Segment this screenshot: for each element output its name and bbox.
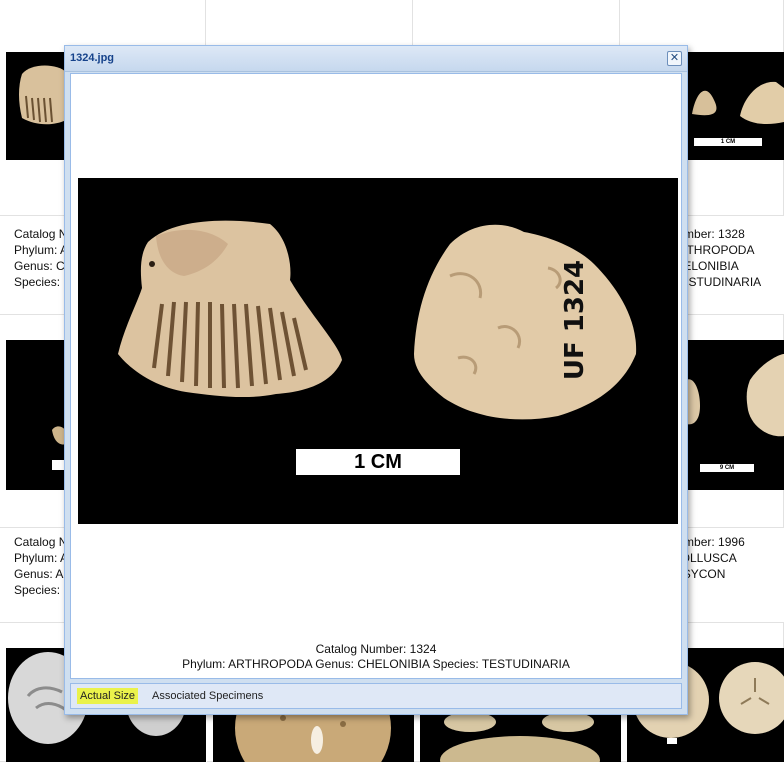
specimen-thumbnail[interactable] xyxy=(6,340,66,490)
catalog-number: Catalog N xyxy=(14,227,68,241)
scale-bar: 1 CM xyxy=(296,449,460,475)
specimen-caption: Catalog N Phylum: A Genus: C Species: xyxy=(14,226,68,290)
associated-specimens-button[interactable]: Associated Specimens xyxy=(149,688,266,704)
specimen-thumbnail[interactable]: 9 CM xyxy=(686,340,784,490)
image-viewer-window: 1324.jpg ✕ UF 1324 1 CM Catalog Number: … xyxy=(64,45,688,715)
catalog-number: Catalog N xyxy=(14,535,68,549)
window-body: UF 1324 1 CM Catalog Number: 1324 Phylum… xyxy=(70,73,682,679)
specimen-thumbnail[interactable] xyxy=(6,52,66,160)
caption-catalog-number: Catalog Number: 1324 xyxy=(315,642,437,656)
scale-label: 1 CM xyxy=(354,451,402,473)
species: Species: xyxy=(14,275,61,289)
specimen-caption: Catalog N Phylum: A Genus: A Species: xyxy=(14,534,68,598)
actual-size-button[interactable]: Actual Size xyxy=(77,688,139,704)
caption-taxonomy: Phylum: ARTHROPODA Genus: CHELONIBIA Spe… xyxy=(182,657,570,671)
image-caption: Catalog Number: 1324 Phylum: ARTHROPODA … xyxy=(71,642,681,672)
window-title: 1324.jpg xyxy=(70,52,115,64)
specimen-image: UF 1324 1 CM xyxy=(78,178,678,524)
specimen-tag: UF 1324 xyxy=(560,260,590,380)
close-icon: ✕ xyxy=(669,52,680,64)
genus: Genus: A xyxy=(14,567,64,581)
window-header[interactable]: 1324.jpg ✕ xyxy=(65,46,687,72)
specimen-thumbnail[interactable]: 1 CM xyxy=(686,52,784,160)
window-footer-toolbar: Actual Size Associated Specimens xyxy=(70,683,682,709)
scale-label: 9 CM xyxy=(719,465,735,471)
genus: Genus: C xyxy=(14,259,65,273)
scale-label: 1 CM xyxy=(720,139,736,145)
close-button[interactable]: ✕ xyxy=(667,51,682,66)
phylum: Phylum: A xyxy=(14,243,69,257)
phylum: Phylum: A xyxy=(14,551,69,565)
species: Species: xyxy=(14,583,61,597)
